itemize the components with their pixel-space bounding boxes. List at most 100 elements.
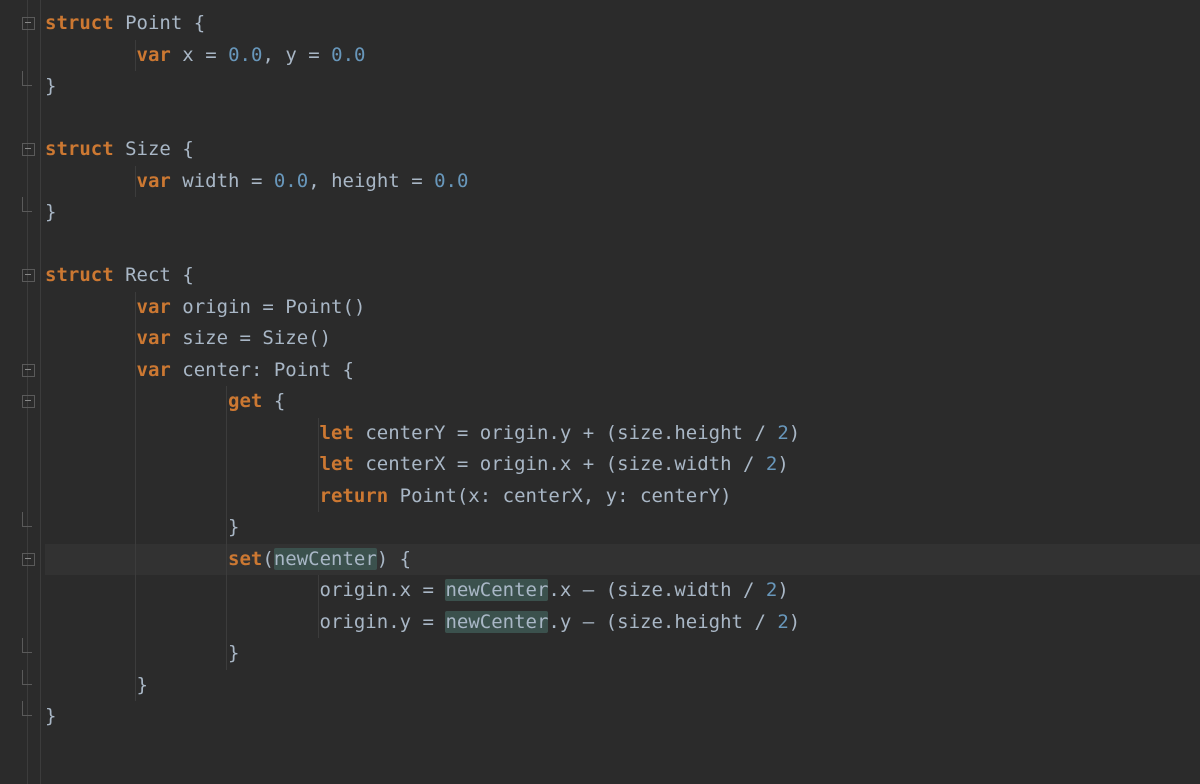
indent-guide bbox=[135, 449, 136, 481]
gutter-row[interactable] bbox=[0, 512, 40, 544]
gutter-row[interactable] bbox=[0, 103, 40, 135]
fold-end-icon bbox=[22, 647, 33, 658]
fold-toggle-icon[interactable] bbox=[22, 143, 35, 156]
code-line[interactable]: origin.y = newCenter.y – (size.height / … bbox=[45, 607, 1200, 639]
gutter[interactable] bbox=[0, 0, 41, 784]
code-line[interactable]: set(newCenter) { bbox=[45, 544, 1200, 576]
punctuation: . bbox=[548, 611, 559, 633]
indent bbox=[45, 390, 228, 412]
punctuation: ( bbox=[606, 453, 617, 475]
indent-guide bbox=[226, 481, 227, 513]
identifier: centerY bbox=[365, 422, 445, 444]
punctuation: { bbox=[182, 264, 193, 286]
gutter-row[interactable] bbox=[0, 323, 40, 355]
punctuation: . bbox=[663, 422, 674, 444]
fold-toggle-icon[interactable] bbox=[22, 17, 35, 30]
code-editor[interactable]: struct Point { var x = 0.0, y = 0.0} stru… bbox=[0, 0, 1200, 784]
gutter-row[interactable] bbox=[0, 197, 40, 229]
code-line[interactable]: struct Rect { bbox=[45, 260, 1200, 292]
code-line[interactable] bbox=[45, 229, 1200, 261]
gutter-row[interactable] bbox=[0, 701, 40, 733]
keyword: let bbox=[320, 453, 354, 475]
indent bbox=[45, 642, 228, 664]
number-literal: 2 bbox=[777, 422, 788, 444]
code-line[interactable] bbox=[45, 103, 1200, 135]
gutter-row[interactable] bbox=[0, 449, 40, 481]
gutter-row[interactable] bbox=[0, 8, 40, 40]
code-line[interactable]: } bbox=[45, 512, 1200, 544]
fold-toggle-icon[interactable] bbox=[22, 269, 35, 282]
code-line[interactable]: var center: Point { bbox=[45, 355, 1200, 387]
gutter-row[interactable] bbox=[0, 386, 40, 418]
code-line[interactable]: struct Size { bbox=[45, 134, 1200, 166]
punctuation: } bbox=[45, 201, 56, 223]
fold-toggle-icon[interactable] bbox=[22, 553, 35, 566]
identifier: size bbox=[182, 327, 228, 349]
code-line[interactable]: let centerX = origin.x + (size.width / 2… bbox=[45, 449, 1200, 481]
indent bbox=[45, 327, 137, 349]
fold-toggle-icon[interactable] bbox=[22, 395, 35, 408]
punctuation: } bbox=[45, 705, 56, 727]
gutter-row[interactable] bbox=[0, 71, 40, 103]
indent-guide bbox=[135, 386, 136, 418]
identifier: height bbox=[331, 170, 400, 192]
operator: / bbox=[754, 422, 765, 444]
gutter-row[interactable] bbox=[0, 134, 40, 166]
code-line[interactable]: var origin = Point() bbox=[45, 292, 1200, 324]
code-line[interactable]: var x = 0.0, y = 0.0 bbox=[45, 40, 1200, 72]
code-line[interactable]: origin.x = newCenter.x – (size.width / 2… bbox=[45, 575, 1200, 607]
code-line[interactable]: let centerY = origin.y + (size.height / … bbox=[45, 418, 1200, 450]
punctuation: ) bbox=[777, 579, 788, 601]
operator: – bbox=[583, 579, 594, 601]
code-line[interactable]: } bbox=[45, 670, 1200, 702]
punctuation: . bbox=[663, 611, 674, 633]
gutter-row[interactable] bbox=[0, 292, 40, 324]
code-line[interactable]: var size = Size() bbox=[45, 323, 1200, 355]
gutter-row[interactable] bbox=[0, 166, 40, 198]
indent-guide bbox=[135, 481, 136, 513]
code-line[interactable]: return Point(x: centerX, y: centerY) bbox=[45, 481, 1200, 513]
indent-guide bbox=[226, 607, 227, 639]
gutter-row[interactable] bbox=[0, 481, 40, 513]
operator: / bbox=[743, 453, 754, 475]
gutter-row[interactable] bbox=[0, 229, 40, 261]
gutter-row[interactable] bbox=[0, 638, 40, 670]
keyword: struct bbox=[45, 12, 114, 34]
gutter-row[interactable] bbox=[0, 418, 40, 450]
code-line[interactable]: } bbox=[45, 638, 1200, 670]
code-line[interactable]: } bbox=[45, 71, 1200, 103]
keyword: var bbox=[137, 44, 171, 66]
indent-guide bbox=[226, 418, 227, 450]
fold-toggle-icon[interactable] bbox=[22, 364, 35, 377]
gutter-row[interactable] bbox=[0, 260, 40, 292]
gutter-row[interactable] bbox=[0, 355, 40, 387]
code-line[interactable]: get { bbox=[45, 386, 1200, 418]
code-line[interactable]: var width = 0.0, height = 0.0 bbox=[45, 166, 1200, 198]
indent-guide bbox=[135, 638, 136, 670]
gutter-row[interactable] bbox=[0, 607, 40, 639]
gutter-row[interactable] bbox=[0, 670, 40, 702]
indent-guide bbox=[226, 544, 227, 576]
type-name: Point bbox=[274, 359, 331, 381]
operator: = bbox=[423, 579, 434, 601]
code-area[interactable]: struct Point { var x = 0.0, y = 0.0} stru… bbox=[41, 0, 1200, 784]
gutter-row[interactable] bbox=[0, 575, 40, 607]
operator: = bbox=[457, 453, 468, 475]
keyword: struct bbox=[45, 138, 114, 160]
indent-guide bbox=[226, 638, 227, 670]
identifier: x bbox=[560, 579, 571, 601]
code-line[interactable]: } bbox=[45, 197, 1200, 229]
indent-guide bbox=[226, 575, 227, 607]
punctuation: { bbox=[343, 359, 354, 381]
punctuation: { bbox=[274, 390, 285, 412]
identifier: width bbox=[182, 170, 239, 192]
code-line[interactable]: } bbox=[45, 701, 1200, 733]
code-line[interactable]: struct Point { bbox=[45, 8, 1200, 40]
indent-guide bbox=[135, 512, 136, 544]
gutter-row[interactable] bbox=[0, 40, 40, 72]
number-literal: 0.0 bbox=[228, 44, 262, 66]
punctuation: . bbox=[548, 579, 559, 601]
gutter-row[interactable] bbox=[0, 544, 40, 576]
punctuation: ) bbox=[777, 453, 788, 475]
punctuation: } bbox=[228, 642, 239, 664]
